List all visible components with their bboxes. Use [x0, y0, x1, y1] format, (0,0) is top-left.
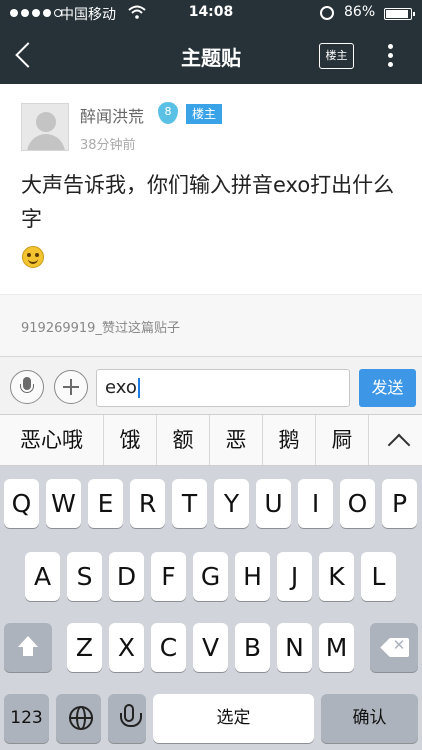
- level-badge: 8: [158, 102, 178, 124]
- likes-bar: 919269919_赞过这篇贴子: [0, 294, 422, 356]
- key-w[interactable]: W: [46, 479, 81, 528]
- candidate-item[interactable]: 恶心哦: [0, 415, 104, 465]
- globe-icon: [69, 706, 93, 730]
- key-g[interactable]: G: [193, 552, 228, 601]
- key-n[interactable]: N: [277, 623, 312, 672]
- battery-fill: [386, 10, 409, 18]
- battery-icon: [384, 8, 415, 20]
- shift-key[interactable]: [4, 623, 52, 672]
- key-z[interactable]: Z: [67, 623, 102, 672]
- text-cursor: [137, 378, 140, 398]
- key-v[interactable]: V: [193, 623, 228, 672]
- key-a[interactable]: A: [25, 552, 60, 601]
- key-k[interactable]: K: [319, 552, 354, 601]
- reply-text-input[interactable]: exo: [96, 369, 350, 407]
- key-b[interactable]: B: [235, 623, 270, 672]
- key-m[interactable]: M: [319, 623, 354, 672]
- keyboard: Q W E R T Y U I O P A S D F G H J K L Z …: [0, 466, 422, 750]
- delete-key[interactable]: ✕: [370, 623, 418, 672]
- avatar[interactable]: [21, 103, 69, 151]
- top-bar: 中国移动 14:08 86% 主题贴 楼主: [0, 0, 422, 84]
- key-c[interactable]: C: [151, 623, 186, 672]
- numbers-key[interactable]: 123: [4, 694, 49, 743]
- battery-percent: 86%: [344, 4, 376, 20]
- space-key[interactable]: 选定: [153, 694, 314, 743]
- dictation-key[interactable]: [108, 694, 146, 743]
- candidate-item[interactable]: 饿: [104, 415, 157, 465]
- likes-text[interactable]: 919269919_赞过这篇贴子: [21, 317, 180, 336]
- candidate-item[interactable]: 屙: [316, 415, 369, 465]
- rotation-lock-icon: [320, 6, 334, 20]
- candidate-item[interactable]: 恶: [210, 415, 263, 465]
- post-card: 醉闻洪荒 8 楼主 38分钟前 大声告诉我，你们输入拼音exo打出什么字: [0, 84, 422, 294]
- microphone-icon: [120, 704, 142, 727]
- key-e[interactable]: E: [88, 479, 123, 528]
- key-t[interactable]: T: [172, 479, 207, 528]
- expand-candidates-chevron-up-icon[interactable]: [369, 415, 422, 465]
- more-options-button[interactable]: [382, 42, 398, 70]
- key-x[interactable]: X: [109, 623, 144, 672]
- voice-input-button[interactable]: [10, 370, 44, 404]
- post-time: 38分钟前: [80, 138, 136, 153]
- owner-only-button[interactable]: 楼主: [319, 43, 354, 69]
- key-l[interactable]: L: [361, 552, 396, 601]
- key-r[interactable]: R: [130, 479, 165, 528]
- ime-candidate-bar: 恶心哦 饿 额 恶 鹅 屙: [0, 414, 422, 466]
- page-title: 主题贴: [181, 46, 241, 70]
- candidate-item[interactable]: 鹅: [263, 415, 316, 465]
- candidate-item[interactable]: 额: [157, 415, 210, 465]
- key-j[interactable]: J: [277, 552, 312, 601]
- key-u[interactable]: U: [256, 479, 291, 528]
- key-f[interactable]: F: [151, 552, 186, 601]
- send-button[interactable]: 发送: [359, 369, 416, 407]
- globe-key[interactable]: [56, 694, 101, 743]
- key-s[interactable]: S: [67, 552, 102, 601]
- key-d[interactable]: D: [109, 552, 144, 601]
- owner-tag: 楼主: [186, 104, 222, 124]
- key-q[interactable]: Q: [4, 479, 39, 528]
- key-o[interactable]: O: [340, 479, 375, 528]
- reply-text-value: exo: [105, 377, 137, 398]
- status-bar: 中国移动 14:08 86%: [0, 0, 422, 28]
- key-h[interactable]: H: [235, 552, 270, 601]
- reply-input-bar: exo 发送: [0, 356, 422, 414]
- post-username[interactable]: 醉闻洪荒: [80, 103, 144, 127]
- add-attachment-button[interactable]: [54, 370, 88, 404]
- smile-emoji-icon: [22, 246, 44, 268]
- key-i[interactable]: I: [298, 479, 333, 528]
- key-y[interactable]: Y: [214, 479, 249, 528]
- backspace-x-icon: ✕: [392, 636, 406, 654]
- return-key[interactable]: 确认: [321, 694, 418, 743]
- post-content: 大声告诉我，你们输入拼音exo打出什么字: [21, 173, 395, 231]
- key-p[interactable]: P: [382, 479, 417, 528]
- shift-arrow-icon: [17, 636, 39, 658]
